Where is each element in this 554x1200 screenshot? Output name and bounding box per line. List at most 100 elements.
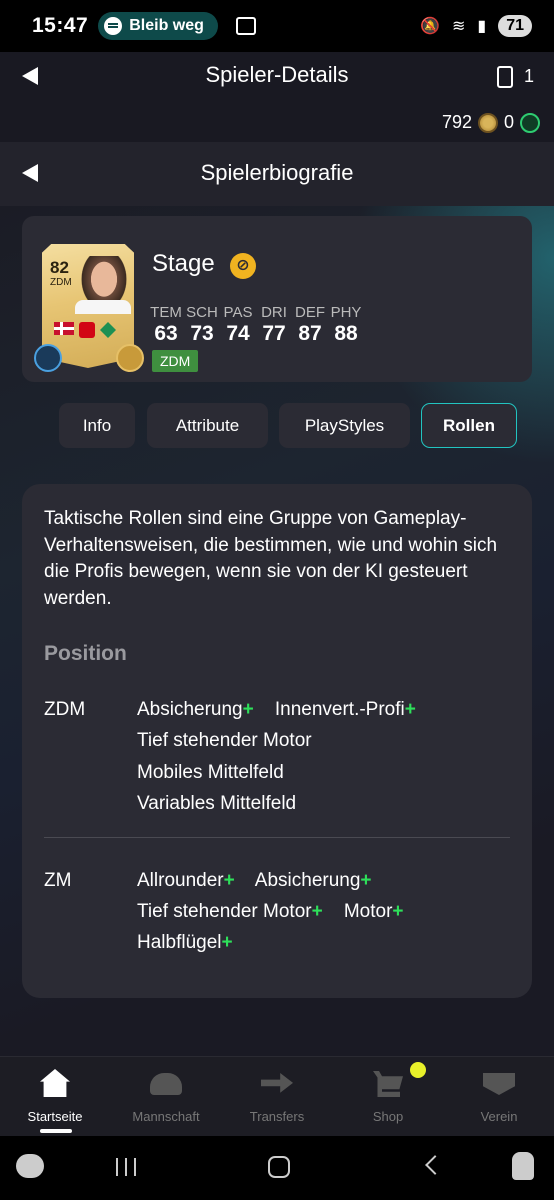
playstyle-plus-icon: ⊘ — [230, 253, 256, 279]
wifi-icon: ≋ — [451, 18, 466, 35]
stat-value: 77 — [262, 322, 286, 345]
role-name: Allrounder — [137, 870, 224, 891]
divider — [44, 837, 510, 838]
stat-defending: DEF 87 — [295, 304, 325, 346]
coin-amount: 792 — [441, 112, 472, 132]
nav-mannschaft[interactable]: Mannschaft — [116, 1067, 216, 1124]
role-name: Motor — [343, 901, 393, 922]
club-icon — [481, 1067, 517, 1099]
back-button-icon[interactable] — [425, 1155, 445, 1175]
stat-value: 73 — [190, 322, 214, 345]
roles-panel: Taktische Rollen sind eine Gruppe von Ga… — [22, 484, 532, 998]
game-controller-icon[interactable] — [16, 1154, 44, 1178]
app-header: Spieler-Details 1 792 0 — [0, 52, 554, 142]
card-icon[interactable] — [497, 66, 513, 88]
player-shirt — [75, 300, 131, 314]
club-logo-icon — [100, 322, 116, 338]
league-logo-icon — [79, 322, 95, 338]
role-position: ZDM — [44, 699, 86, 720]
card-badges — [54, 322, 116, 338]
recent-apps-icon[interactable] — [116, 1158, 136, 1176]
role-name: Halbflügel — [137, 932, 222, 953]
nav-verein[interactable]: Verein — [449, 1067, 549, 1124]
role-line: Mobiles Mittelfeld — [137, 762, 284, 784]
tab-rollen[interactable]: Rollen — [421, 403, 517, 448]
role-position: ZM — [44, 870, 72, 891]
role-plus: + — [392, 901, 404, 922]
stat-passing: PAS 74 — [223, 304, 253, 346]
system-navigation — [0, 1136, 554, 1200]
points-amount: 0 — [503, 112, 514, 132]
home-icon — [37, 1067, 73, 1099]
nav-label: Transfers — [249, 1109, 305, 1124]
evolution-icon — [34, 344, 62, 372]
tab-info[interactable]: Info — [59, 403, 135, 448]
bottom-navigation: Startseite Mannschaft Transfers Shop Ver… — [0, 1056, 554, 1136]
signal-icon: ▮ — [477, 18, 487, 35]
stat-dribbling: DRI 77 — [260, 304, 288, 346]
sub-page-title: Spielerbiografie — [200, 160, 354, 185]
role-name: Absicherung — [137, 699, 243, 720]
player-stats: TEM 63 SCH 73 PAS 74 DRI 77 DEF 87 PHY 8… — [150, 304, 362, 346]
media-pill[interactable]: Bleib weg — [98, 12, 218, 40]
battery-indicator: 71 — [498, 15, 532, 37]
player-name: Stage — [152, 250, 215, 277]
stat-pace: TEM 63 — [150, 304, 182, 346]
card-count: 1 — [524, 66, 535, 86]
notification-dot — [410, 1062, 426, 1078]
status-icons: 🔕 ≋ ▮ 71 — [420, 15, 532, 37]
stat-label: PAS — [223, 304, 253, 321]
role-name: Variables Mittelfeld — [137, 793, 297, 814]
screenshot-icon — [235, 17, 256, 35]
role-line: Tief stehender Motor+ Motor+ — [137, 901, 404, 923]
role-plus: + — [360, 870, 372, 891]
stat-label: TEM — [150, 304, 182, 321]
nation-flag-icon — [54, 322, 74, 335]
tab-attribute[interactable]: Attribute — [147, 403, 268, 448]
status-time: 15:47 — [32, 14, 89, 37]
role-name: Innenvert.-Profi — [274, 699, 405, 720]
mute-icon: 🔕 — [420, 18, 440, 35]
role-plus: + — [311, 901, 323, 922]
team-icon — [148, 1067, 184, 1099]
points-icon — [520, 112, 540, 133]
stat-label: PHY — [330, 304, 362, 321]
player-summary-panel: 82 ZDM Stage ⊘ TEM 63 SCH 73 PAS 74 DRI … — [22, 216, 532, 382]
role-line: Tief stehender Motor — [137, 730, 312, 752]
stat-shooting: SCH 73 — [186, 304, 218, 346]
media-label: Bleib weg — [129, 17, 204, 34]
shop-icon — [370, 1067, 406, 1099]
role-name: Mobiles Mittelfeld — [137, 762, 284, 783]
stat-physical: PHY 88 — [330, 304, 362, 346]
role-line: Halbflügel+ — [137, 932, 233, 954]
transfer-icon — [259, 1067, 295, 1099]
stat-label: DRI — [261, 304, 287, 321]
position-badge: ZDM — [152, 350, 199, 372]
role-plus: + — [221, 932, 233, 953]
active-tab-indicator — [40, 1129, 72, 1133]
role-plus: + — [404, 699, 416, 720]
role-plus: + — [223, 870, 235, 891]
nav-label: Verein — [480, 1109, 518, 1124]
card-rating: 82 — [50, 258, 69, 277]
currency-bar: 792 0 — [442, 112, 540, 133]
spotify-icon — [104, 17, 123, 35]
nav-startseite[interactable]: Startseite — [5, 1067, 105, 1124]
role-line: Variables Mittelfeld — [137, 793, 296, 815]
nav-label: Startseite — [27, 1109, 83, 1124]
role-line: Allrounder+ Absicherung+ — [137, 870, 372, 892]
stat-value: 87 — [298, 322, 322, 345]
role-plus: + — [242, 699, 254, 720]
touch-lock-icon[interactable] — [512, 1152, 534, 1180]
stat-value: 63 — [154, 322, 178, 345]
role-line: Absicherung+ Innenvert.-Profi+ — [137, 699, 416, 721]
section-title: Position — [44, 642, 127, 665]
coin-icon — [477, 112, 498, 133]
status-bar: 15:47 Bleib weg 🔕 ≋ ▮ 71 — [0, 0, 554, 52]
tab-playstyles[interactable]: PlayStyles — [279, 403, 410, 448]
nav-transfers[interactable]: Transfers — [227, 1067, 327, 1124]
role-name: Absicherung — [254, 870, 361, 891]
home-button-icon[interactable] — [268, 1156, 290, 1178]
stat-value: 74 — [226, 322, 250, 345]
card-position: ZDM — [50, 277, 72, 288]
